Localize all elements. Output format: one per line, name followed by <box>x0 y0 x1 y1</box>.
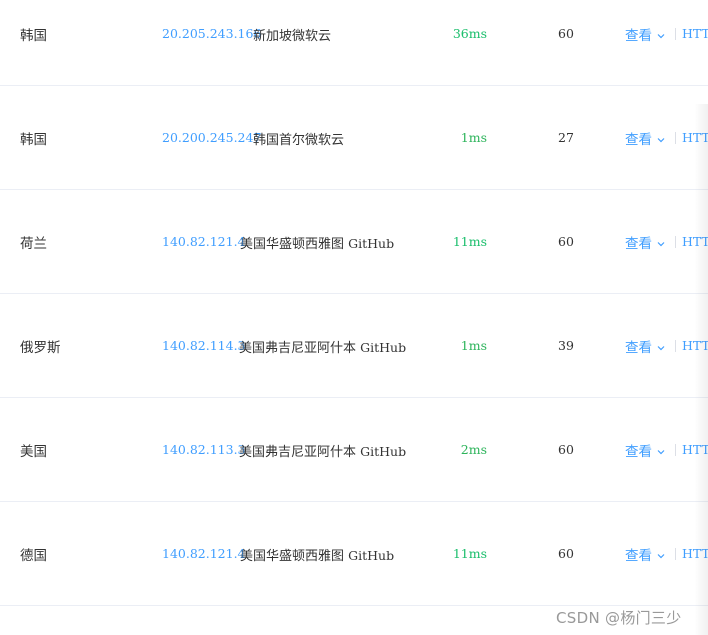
ip-cell: 20.205.243.166 <box>162 26 262 41</box>
dns-result-table: 韩国 20.205.243.166 新加坡微软云 36ms 60 查看 HTT … <box>0 0 708 635</box>
latency-cell: 11ms <box>452 234 487 249</box>
region-cell: 韩国 <box>20 132 47 148</box>
table-row: 荷兰 140.82.121.4 美国华盛顿西雅图 GitHub 11ms 60 … <box>0 190 708 294</box>
view-label: 查看 <box>625 28 652 44</box>
location-cell: 美国弗吉尼亚阿什本 GitHub <box>239 441 406 460</box>
ip-cell: 140.82.113.3 <box>162 442 246 457</box>
location-cell: 美国弗吉尼亚阿什本 GitHub <box>239 337 406 356</box>
action-divider <box>675 132 676 144</box>
watermark: CSDN @杨门三少 <box>556 609 682 627</box>
action-divider <box>675 548 676 560</box>
location-cell: 新加坡微软云 <box>253 25 331 44</box>
location-text: 美国弗吉尼亚阿什本 <box>239 341 361 356</box>
ip-cell: 140.82.114.3 <box>162 338 246 353</box>
ttl-cell: 39 <box>558 338 574 353</box>
http-link[interactable]: HTT <box>682 546 708 561</box>
http-link[interactable]: HTT <box>682 442 708 457</box>
table-row: 俄罗斯 140.82.114.3 美国弗吉尼亚阿什本 GitHub 1ms 39… <box>0 294 708 398</box>
latency-cell: 1ms <box>460 130 487 145</box>
ttl-cell: 60 <box>558 26 574 41</box>
location-text: 美国弗吉尼亚阿什本 <box>239 445 361 460</box>
view-label: 查看 <box>625 236 652 252</box>
location-cell: 美国华盛顿西雅图 GitHub <box>240 545 394 564</box>
view-label: 查看 <box>625 340 652 356</box>
latency-cell: 11ms <box>452 546 487 561</box>
ip-cell: 140.82.121.4 <box>162 234 246 249</box>
location-provider: GitHub <box>348 548 395 563</box>
ttl-cell: 27 <box>558 130 574 145</box>
table-row: 韩国 20.205.243.166 新加坡微软云 36ms 60 查看 HTT <box>0 0 708 86</box>
table-row: 德国 140.82.121.4 美国华盛顿西雅图 GitHub 11ms 60 … <box>0 502 708 606</box>
http-link[interactable]: HTT <box>682 234 708 249</box>
http-link[interactable]: HTT <box>682 26 708 41</box>
location-provider: GitHub <box>360 444 407 459</box>
chevron-down-icon <box>657 450 665 455</box>
action-divider <box>675 444 676 456</box>
latency-cell: 36ms <box>452 26 487 41</box>
table-row: 韩国 20.200.245.247 韩国首尔微软云 1ms 27 查看 HTT <box>0 86 708 190</box>
region-cell: 德国 <box>20 548 47 564</box>
view-label: 查看 <box>625 444 652 460</box>
view-dropdown-button[interactable]: 查看 <box>625 544 666 564</box>
region-cell: 美国 <box>20 444 47 460</box>
view-dropdown-button[interactable]: 查看 <box>625 440 666 460</box>
location-cell: 美国华盛顿西雅图 GitHub <box>240 233 394 252</box>
chevron-down-icon <box>657 554 665 559</box>
view-dropdown-button[interactable]: 查看 <box>625 232 666 252</box>
action-divider <box>675 340 676 352</box>
ttl-cell: 60 <box>558 442 574 457</box>
ttl-cell: 60 <box>558 546 574 561</box>
location-provider: GitHub <box>360 340 407 355</box>
ttl-cell: 60 <box>558 234 574 249</box>
ip-cell: 140.82.121.4 <box>162 546 246 561</box>
region-cell: 俄罗斯 <box>20 340 61 356</box>
chevron-down-icon <box>657 346 665 351</box>
view-label: 查看 <box>625 132 652 148</box>
location-text: 美国华盛顿西雅图 <box>240 549 349 564</box>
location-text: 美国华盛顿西雅图 <box>240 237 349 252</box>
location-provider: GitHub <box>348 236 395 251</box>
http-link[interactable]: HTT <box>682 338 708 353</box>
chevron-down-icon <box>657 242 665 247</box>
view-dropdown-button[interactable]: 查看 <box>625 24 666 44</box>
latency-cell: 2ms <box>460 442 487 457</box>
action-divider <box>675 236 676 248</box>
chevron-down-icon <box>657 34 665 39</box>
region-cell: 韩国 <box>20 28 47 44</box>
http-link[interactable]: HTT <box>682 130 708 145</box>
table-row: 美国 140.82.113.3 美国弗吉尼亚阿什本 GitHub 2ms 60 … <box>0 398 708 502</box>
action-divider <box>675 28 676 40</box>
location-text: 韩国首尔微软云 <box>253 133 345 148</box>
latency-cell: 1ms <box>460 338 487 353</box>
view-label: 查看 <box>625 548 652 564</box>
view-dropdown-button[interactable]: 查看 <box>625 128 666 148</box>
view-dropdown-button[interactable]: 查看 <box>625 336 666 356</box>
region-cell: 荷兰 <box>20 236 47 252</box>
location-text: 新加坡微软云 <box>253 29 332 44</box>
location-cell: 韩国首尔微软云 <box>253 129 344 148</box>
ip-cell: 20.200.245.247 <box>162 130 262 145</box>
chevron-down-icon <box>657 138 665 143</box>
